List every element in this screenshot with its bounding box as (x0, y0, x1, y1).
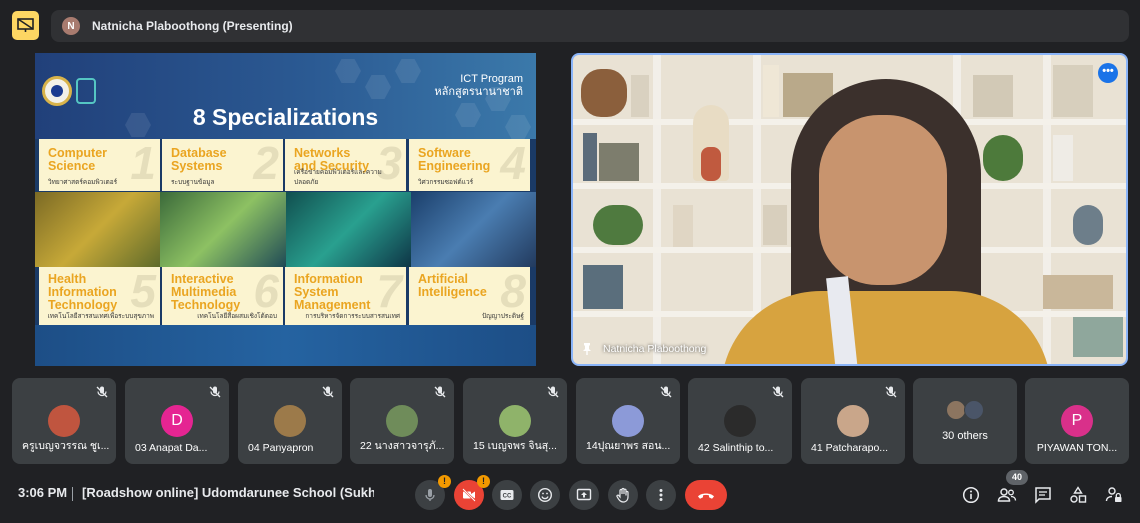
participant-avatar (499, 405, 531, 437)
participant-avatar (612, 405, 644, 437)
slide-program-label: ICT Program หลักสูตรนานาชาติ (434, 73, 523, 98)
warning-badge: ! (438, 475, 451, 488)
slide-footer (35, 325, 536, 366)
presenter-bar[interactable]: N Natnicha Plaboothong (Presenting) (51, 10, 1129, 42)
raise-hand-button[interactable] (608, 480, 638, 510)
shared-slide: ICT Program หลักสูตรนานาชาติ 8 Specializ… (35, 53, 536, 366)
meeting-details-button[interactable] (959, 483, 983, 507)
chat-icon (1035, 487, 1051, 504)
warning-badge: ! (477, 475, 490, 488)
chat-button[interactable] (1031, 483, 1055, 507)
others-label: 30 others (942, 430, 988, 442)
mic-off-icon (660, 386, 672, 398)
mic-off-icon (96, 386, 108, 398)
specialization-photo-strip (35, 192, 536, 267)
participant-avatar (386, 405, 418, 437)
speaker-face (819, 115, 947, 285)
others-tile[interactable]: 30 others (913, 378, 1017, 464)
presenter-label: Natnicha Plaboothong (Presenting) (92, 19, 293, 33)
participant-tile[interactable]: 41 Patcharapo... (801, 378, 905, 464)
mic-off-icon (547, 386, 559, 398)
clock: 3:06 PM (18, 485, 68, 500)
ict-logo (76, 78, 96, 104)
participant-name: 15 เบญจพร จินสุ... (473, 440, 557, 452)
closed-captions-icon: CC (500, 490, 514, 500)
specialization-card: 1 Computer Science วิทยาศาสตร์คอมพิวเตอร… (39, 139, 160, 191)
mic-off-icon (425, 489, 435, 501)
specialization-card: 6 Interactive Multimedia Technology เทคโ… (162, 267, 283, 325)
participant-name: 14ปุณยาพร สอน... (586, 440, 671, 452)
participant-tile[interactable]: 14ปุณยาพร สอน... (576, 378, 680, 464)
participant-name: 22 นางสาวจารุภั... (360, 440, 445, 452)
tile-more-options-button[interactable]: ••• (1098, 63, 1118, 83)
participant-avatar: P (1061, 405, 1093, 437)
host-controls-button[interactable] (1102, 483, 1126, 507)
people-icon (997, 488, 1017, 502)
specialization-card: 4 Software Engineering วิศวกรรมซอฟต์แวร์ (409, 139, 530, 191)
present-screen-icon (576, 488, 592, 501)
camera-button[interactable]: ! (454, 475, 490, 510)
info-icon (962, 486, 980, 504)
speaker-name-row: Natnicha Plaboothong (581, 342, 706, 355)
participant-name: PIYAWAN TON... (1036, 442, 1118, 454)
captions-button[interactable]: CC (492, 480, 522, 510)
participant-tile[interactable]: D 03 Anapat Da... (125, 378, 229, 464)
slide-title: 8 Specializations (192, 104, 379, 130)
participant-tile[interactable]: 42 Salinthip to... (688, 378, 792, 464)
pin-icon[interactable] (581, 342, 593, 355)
mic-off-icon (322, 386, 334, 398)
emoji-icon (537, 487, 553, 503)
more-options-button[interactable] (646, 480, 676, 510)
svg-text:CC: CC (503, 494, 512, 500)
participant-tile[interactable]: 04 Panyapron (238, 378, 342, 464)
specialization-card: 3 Networks and Security เครือข่ายคอมพิวเ… (285, 139, 406, 191)
leave-call-button[interactable] (685, 480, 727, 510)
participant-tile[interactable]: 15 เบญจพร จินสุ... (463, 378, 567, 464)
hand-icon (616, 487, 629, 503)
people-button[interactable] (995, 483, 1019, 507)
mic-off-icon (772, 386, 784, 398)
participant-avatar (274, 405, 306, 437)
meeting-title: [Roadshow online] Udomdarunee School (Su… (82, 485, 374, 500)
presenter-avatar: N (62, 17, 80, 35)
participant-name: ครูเบญจวรรณ ชูเ... (22, 440, 110, 452)
camera-off-icon (462, 488, 476, 502)
participant-tile[interactable]: 22 นางสาวจารุภั... (350, 378, 454, 464)
participant-tile[interactable]: P PIYAWAN TON... (1025, 378, 1129, 464)
speaker-shirt (721, 291, 1051, 364)
participant-avatar (837, 405, 869, 437)
participant-avatar: D (161, 405, 193, 437)
specialization-card: 8 Artificial Intelligence ปัญญาประดิษฐ์ (409, 267, 530, 325)
university-seal-logo (42, 76, 72, 106)
hang-up-icon (698, 493, 714, 499)
mic-off-icon (885, 386, 897, 398)
participant-avatar (48, 405, 80, 437)
participant-name: 03 Anapat Da... (135, 442, 208, 454)
lock-person-icon (1105, 487, 1122, 502)
specialization-card: 7 Information System Management การบริหา… (285, 267, 406, 325)
participant-name: 04 Panyapron (248, 442, 314, 454)
more-vertical-icon (659, 489, 663, 501)
speaker-video-tile[interactable]: ••• Natnicha Plaboothong (571, 53, 1128, 366)
speaker-name: Natnicha Plaboothong (603, 342, 707, 355)
mic-off-icon (434, 386, 446, 398)
present-now-button[interactable] (569, 480, 599, 510)
specialization-card: 2 Database Systems ระบบฐานข้อมูล (162, 139, 283, 191)
people-count-badge: 40 (1006, 470, 1028, 485)
microphone-button[interactable]: ! (415, 475, 451, 510)
others-avatars (946, 400, 986, 422)
divider (72, 487, 73, 501)
reactions-button[interactable] (530, 480, 560, 510)
specialization-card: 5 Health Information Technology เทคโนโลย… (39, 267, 160, 325)
mic-off-icon (209, 386, 221, 398)
participant-avatar (724, 405, 756, 437)
activities-shapes-icon (1070, 486, 1087, 503)
participant-tile[interactable]: ครูเบญจวรรณ ชูเ... (12, 378, 116, 464)
participant-name: 42 Salinthip to... (698, 442, 774, 454)
presentation-indicator-icon[interactable] (12, 11, 39, 40)
participant-name: 41 Patcharapo... (811, 442, 889, 454)
activities-button[interactable] (1066, 483, 1090, 507)
